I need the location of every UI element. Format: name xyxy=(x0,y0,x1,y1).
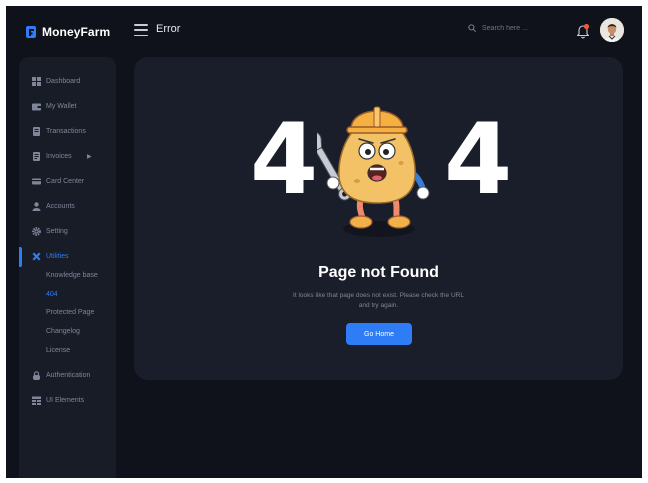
invoice-icon xyxy=(33,152,40,161)
search-icon xyxy=(468,24,476,32)
sidebar-item-label: Setting xyxy=(46,228,68,235)
sidebar-item-card-center[interactable]: Card Center xyxy=(19,175,116,189)
go-home-button[interactable]: Go Home xyxy=(346,323,412,345)
submenu-item-404[interactable]: 404 xyxy=(46,291,58,298)
utilities-icon xyxy=(32,252,41,261)
wallet-icon xyxy=(32,103,41,111)
submenu-item-knowledge-base[interactable]: Knowledge base xyxy=(46,272,98,279)
sidebar-item-accounts[interactable]: Accounts xyxy=(19,200,116,214)
user-icon xyxy=(32,202,41,211)
sidebar-item-utilities[interactable]: Utilities xyxy=(19,250,116,264)
submenu-item-changelog[interactable]: Changelog xyxy=(46,328,80,335)
sidebar-item-label: My Wallet xyxy=(46,103,77,110)
search-box[interactable] xyxy=(468,24,542,32)
sidebar-item-label: Card Center xyxy=(46,178,85,185)
notification-dot xyxy=(583,23,590,30)
app-window: MoneyFarm Error Dashboard xyxy=(6,6,642,478)
sidebar-item-dashboard[interactable]: Dashboard xyxy=(19,75,116,89)
chevron-right-icon: ▶ xyxy=(87,154,92,160)
sidebar-item-label: UI Elements xyxy=(46,397,85,404)
sidebar-item-label: Invoices xyxy=(46,153,72,160)
lock-icon xyxy=(33,371,40,380)
notification-bell-icon[interactable] xyxy=(576,23,590,39)
sidebar-item-label: Transactions xyxy=(46,128,86,135)
error-title: Page not Found xyxy=(318,264,439,281)
error-message: It looks like that page does not exist. … xyxy=(293,292,464,309)
sidebar-item-authentication[interactable]: Authentication xyxy=(19,369,116,383)
potato-mascot-illustration xyxy=(317,106,430,237)
moneyfarm-logo-icon xyxy=(26,26,36,38)
sidebar-item-my-wallet[interactable]: My Wallet xyxy=(19,100,116,114)
sidebar-item-label: Utilities xyxy=(46,253,69,260)
sidebar-item-label: Dashboard xyxy=(46,78,81,85)
sidebar-item-invoices[interactable]: Invoices ▶ xyxy=(19,150,116,164)
brand-logo[interactable]: MoneyFarm xyxy=(26,24,110,40)
card-icon xyxy=(32,178,41,185)
gear-icon xyxy=(32,227,41,236)
sidebar-item-transactions[interactable]: Transactions xyxy=(19,125,116,139)
menu-toggle-icon[interactable] xyxy=(134,24,148,36)
search-input[interactable] xyxy=(482,24,542,32)
error-code-digit-left: 4 xyxy=(250,103,319,217)
error-code-digit-right: 4 xyxy=(444,103,513,217)
transactions-icon xyxy=(33,127,40,136)
submenu-item-protected-page[interactable]: Protected Page xyxy=(46,309,94,316)
user-avatar[interactable] xyxy=(600,18,624,42)
submenu-item-license[interactable]: License xyxy=(46,347,70,354)
sidebar-item-label: Accounts xyxy=(46,203,75,210)
brand-name: MoneyFarm xyxy=(42,25,111,39)
sidebar: Dashboard My Wallet Transactions Invoice… xyxy=(19,57,116,478)
page-title: Error xyxy=(156,23,181,35)
dashboard-icon xyxy=(32,77,41,86)
ui-elements-icon xyxy=(32,396,41,405)
error-card: 4 4 Page not Found It looks like that pa… xyxy=(134,57,623,380)
sidebar-item-ui-elements[interactable]: UI Elements xyxy=(19,394,116,408)
sidebar-item-label: Authentication xyxy=(46,372,91,379)
avatar-image xyxy=(600,18,624,42)
sidebar-item-setting[interactable]: Setting xyxy=(19,225,116,239)
